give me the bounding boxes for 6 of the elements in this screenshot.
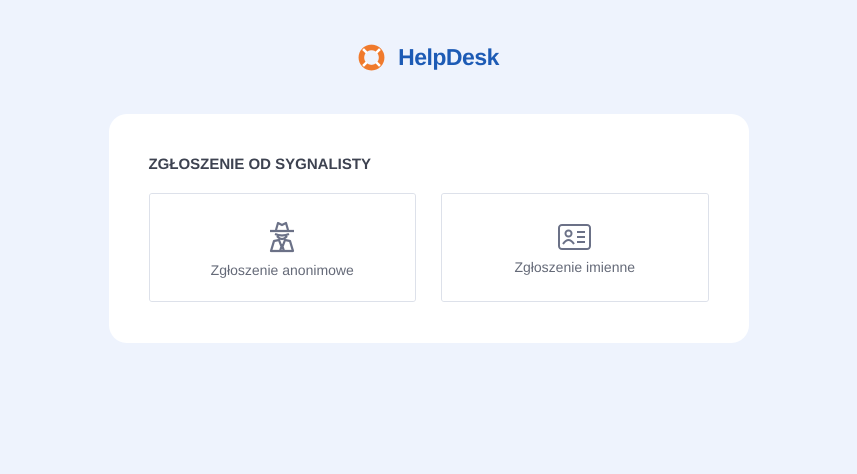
report-option-button[interactable]: Zgłoszenie anonimowe (148, 193, 416, 302)
report-option-button[interactable]: Zgłoszenie imienne (441, 193, 708, 302)
panel-title: ZGŁOSZENIE OD SYGNALISTY (148, 156, 372, 173)
lifebuoy-icon (358, 44, 386, 70)
id-card-icon (558, 224, 592, 250)
brand-name: HelpDesk (398, 44, 499, 70)
